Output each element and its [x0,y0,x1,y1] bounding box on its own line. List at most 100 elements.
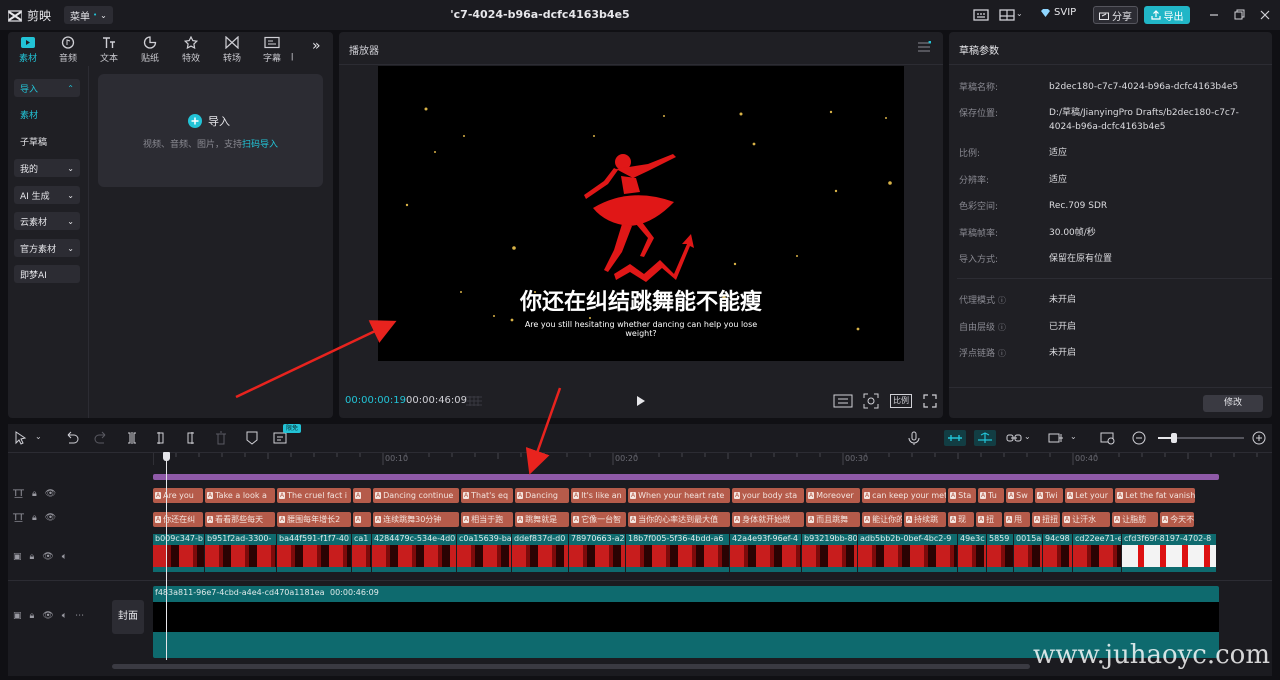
sidebar-item-import[interactable]: 导入 ⌃ [14,79,80,97]
text-clip[interactable]: A Are you [153,488,203,503]
audio-clip[interactable] [153,474,1219,480]
info-icon[interactable]: ⓘ [998,323,1006,332]
lock-icon[interactable]: 🔒︎ [32,513,37,523]
video-clip[interactable]: 49e3c [958,534,986,572]
more-tabs-icon[interactable]: » [312,38,321,54]
text-clip[interactable]: A 扭扭 [1032,512,1060,527]
info-icon[interactable]: ⓘ [998,296,1006,305]
sidebar-item-jimeng[interactable]: 即梦AI [14,265,80,283]
text-clip[interactable]: A When your heart rate [628,488,730,503]
text-clip[interactable]: A 跳舞就是 [515,512,569,527]
text-clip[interactable]: A 当你的心率达到最大值 [628,512,730,527]
microphone-icon[interactable] [906,431,922,445]
video-clip[interactable]: ba44f591-f1f7-40 [277,534,351,572]
volume-icon[interactable]: 🔈︎ [62,611,67,621]
redo-icon[interactable] [93,431,109,445]
tab-media[interactable]: 素材 [10,36,46,64]
play-icon[interactable] [636,395,646,407]
tab-audio[interactable]: 音频 [50,36,86,64]
split-right-icon[interactable] [182,431,198,445]
info-icon[interactable]: ⓘ [998,349,1006,358]
sidebar-item-cloud[interactable]: 云素材 ⌄ [14,212,80,230]
zoom-out-icon[interactable] [1131,431,1147,445]
tab-text[interactable]: 文本 [91,36,127,64]
video-clip[interactable]: b93219bb-80 [802,534,857,572]
text-clip[interactable]: ALet the fat vanish in [1115,488,1195,503]
subtitle-recognize-icon[interactable] [273,431,289,445]
fullscreen-icon[interactable] [923,394,937,408]
split-icon[interactable] [124,431,140,445]
text-clip[interactable]: A Dancing continue [373,488,459,503]
text-clip[interactable]: A That's eq [461,488,513,503]
sidebar-item-mine[interactable]: 我的 ⌄ [14,159,80,177]
text-clip[interactable]: A 相当于跑 [461,512,513,527]
layout-chevron-icon[interactable]: ⌄ [1016,9,1023,18]
video-clip[interactable]: 0015a [1014,534,1042,572]
original-quality-icon[interactable] [833,394,853,408]
text-clip[interactable]: A 身体就开始燃 [732,512,804,527]
video-clip[interactable]: ddef837d-d0 [512,534,568,572]
video-clip[interactable]: 4284479c-534e-4d0 [372,534,456,572]
video-clip[interactable]: b009c347-b [153,534,204,572]
select-cursor-icon[interactable] [14,431,30,445]
playhead[interactable] [166,454,167,660]
text-clip[interactable]: A扭 [976,512,1002,527]
text-clip[interactable]: A 今天不 [1160,512,1194,527]
lock-icon[interactable]: 🔒︎ [32,489,37,499]
text-clip[interactable]: Ayour body sta [732,488,804,503]
video-clip[interactable]: 42a4e93f-96ef-4 [730,534,801,572]
screenshot-icon[interactable] [863,393,879,409]
video-clip[interactable]: 5859 [987,534,1013,572]
zoom-in-icon[interactable] [1251,431,1267,445]
share-button[interactable]: 分享 [1093,6,1138,24]
undo-icon[interactable] [64,431,80,445]
text-clip[interactable]: A 看看那些每天 [205,512,275,527]
auto-snap-toggle[interactable] [974,430,996,446]
minimize-icon[interactable] [1205,7,1223,23]
more-options-icon[interactable]: ⋯ [75,611,84,621]
text-clip[interactable]: A 它像一台智 [571,512,626,527]
restore-icon[interactable] [1230,7,1248,23]
preview-axis-chevron-icon[interactable]: ⌄ [1070,432,1077,441]
zoom-fit-icon[interactable] [1100,431,1116,445]
linkage-icon[interactable] [1006,431,1022,445]
delete-icon[interactable] [213,431,229,445]
timecode-grid-icon[interactable] [465,395,483,407]
lock-icon[interactable]: 🔒︎ [30,552,35,562]
video-clip[interactable]: adb5bb2b-0bef-4bc2-9 [858,534,957,572]
cursor-chevron-icon[interactable]: ⌄ [35,432,42,441]
zoom-slider-handle[interactable] [1171,433,1177,443]
split-left-icon[interactable] [153,431,169,445]
horizontal-scrollbar[interactable] [112,664,1030,669]
menu-button[interactable]: 菜单 • ⌄ [64,6,113,24]
shortcut-keyboard-icon[interactable] [972,7,990,23]
text-clip[interactable]: A Dancing [515,488,569,503]
linkage-chevron-icon[interactable]: ⌄ [1024,432,1031,441]
cover-button[interactable]: 封面 [112,600,144,634]
sidebar-item-sub-draft[interactable]: 子草稿 [20,135,47,148]
sidebar-item-official[interactable]: 官方素材 ⌄ [14,239,80,257]
text-clip[interactable]: A 让汗水 [1062,512,1110,527]
tab-sticker[interactable]: 贴纸 [132,36,168,64]
layout-icon[interactable] [998,7,1016,23]
text-clip[interactable]: A甩 [1004,512,1030,527]
ratio-button[interactable]: 比例 [890,394,912,408]
lock-icon[interactable]: 🔒︎ [30,611,35,621]
text-clip[interactable]: A Moreover [806,488,860,503]
sidebar-item-ai-generate[interactable]: AI 生成 ⌄ [14,186,80,204]
text-clip[interactable]: A The cruel fact i [277,488,351,503]
text-clip[interactable]: A 你还在纠 [153,512,203,527]
close-icon[interactable] [1256,7,1274,23]
text-clip[interactable]: A Tu [978,488,1004,503]
eye-icon[interactable]: 👁︎ [42,611,53,621]
main-track-magnet-toggle[interactable] [944,430,966,446]
text-clip[interactable]: A Twi [1035,488,1063,503]
text-clip[interactable]: A 腰围每年增长2 [277,512,351,527]
export-button[interactable]: 导出 [1144,6,1190,24]
text-clip[interactable]: A 连续跳舞30分钟 [373,512,459,527]
text-clip[interactable]: A It's like an [571,488,626,503]
video-clip[interactable]: b951f2ad-3300- [205,534,276,572]
svip-button[interactable]: SVIP [1040,7,1076,18]
text-clip[interactable]: A 持续跳 [904,512,946,527]
text-clip[interactable]: A现 [948,512,974,527]
